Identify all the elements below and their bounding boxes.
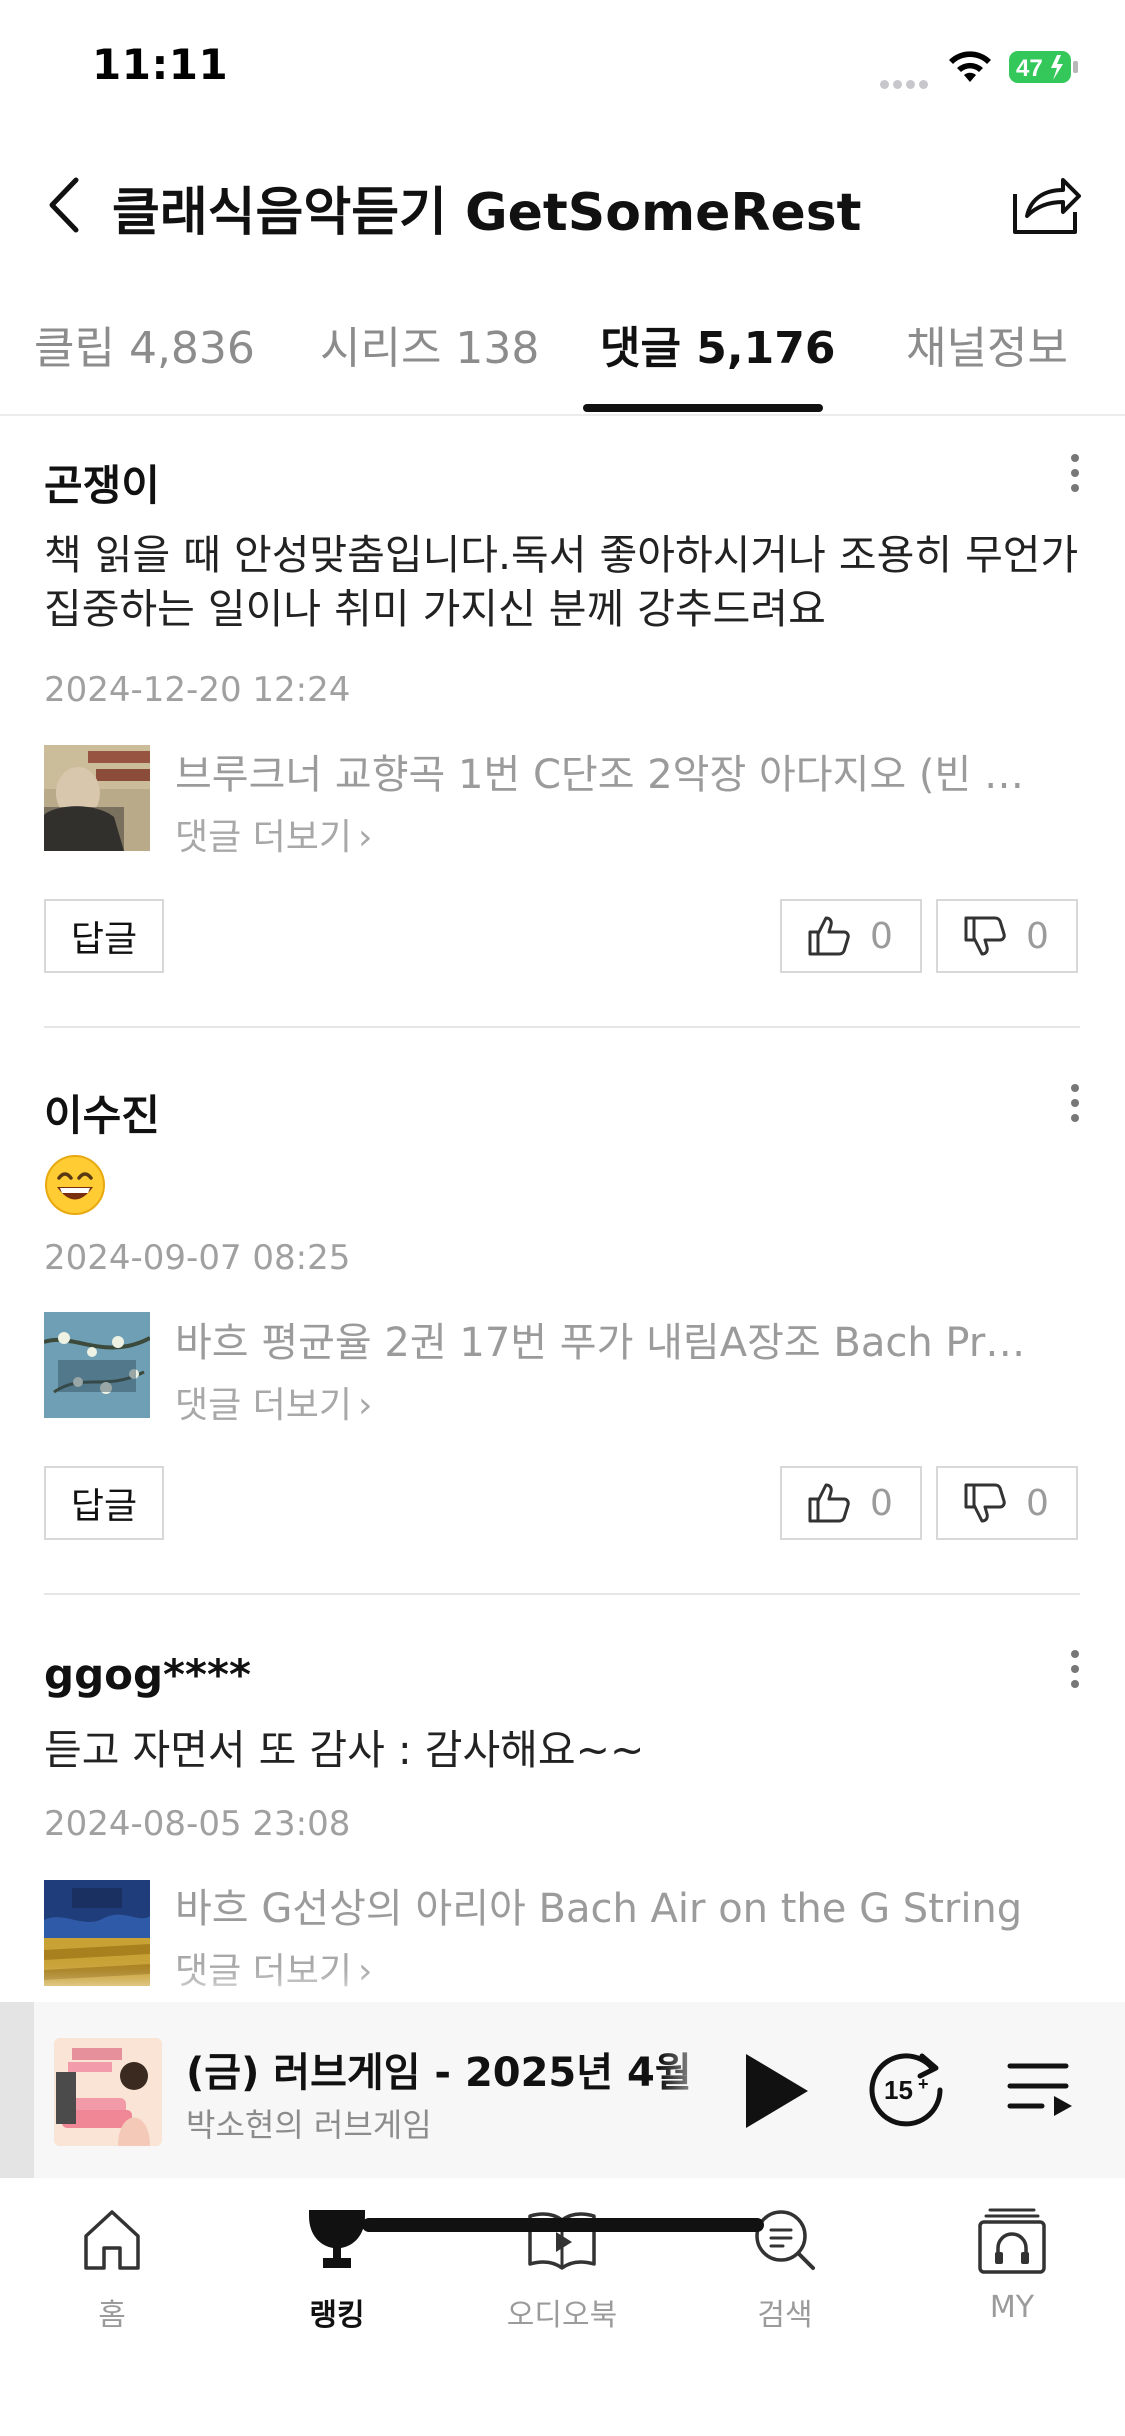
bottom-nav: 홈 랭킹 오디오북 검색 MY: [0, 2178, 1125, 2436]
comment-author: ggog****: [44, 1650, 251, 1699]
comment-date: 2024-09-07 08:25: [44, 1238, 351, 1278]
more-options-icon[interactable]: [1060, 1080, 1090, 1130]
reply-button[interactable]: 답글: [44, 1466, 164, 1540]
tab-comments[interactable]: 댓글 5,176: [600, 312, 835, 376]
chevron-right-icon: ›: [358, 817, 373, 858]
title-fade: [660, 2032, 720, 2092]
see-more-label: 댓글 더보기: [175, 1951, 353, 1992]
see-more-comments-link[interactable]: 댓글 더보기 ›: [175, 1942, 372, 1994]
clip-thumbnail[interactable]: [44, 1312, 150, 1418]
clip-title[interactable]: 바흐 G선상의 아리아 Bach Air on the G String: [175, 1876, 1067, 1934]
tab-channel-info[interactable]: 채널정보: [906, 312, 1068, 376]
thumbs-up-icon: [808, 1483, 850, 1523]
like-count: 0: [870, 915, 893, 957]
mini-player[interactable]: (금) 러브게임 - 2025년 4월 11일 박소현의 러브게임 15 +: [0, 2002, 1125, 2178]
home-indicator: [362, 2218, 764, 2232]
nav-label: 홈: [98, 2298, 126, 2333]
play-icon[interactable]: [736, 2046, 816, 2136]
chevron-right-icon: ›: [358, 1951, 373, 1992]
nav-label: 검색: [757, 2298, 813, 2333]
comment-author: 곤쟁이: [44, 461, 160, 510]
audiobook-icon: [528, 2212, 596, 2270]
like-button[interactable]: 0: [780, 899, 922, 973]
wifi-icon: [949, 51, 991, 82]
cellular-signal-icon: [880, 74, 932, 93]
thumbs-down-icon: [964, 916, 1006, 956]
smiling-face-icon: [45, 1155, 105, 1215]
home-icon: [84, 2210, 140, 2270]
nav-my[interactable]: MY: [947, 2202, 1077, 2325]
divider: [44, 1026, 1080, 1028]
active-tab-indicator: [583, 404, 823, 412]
see-more-comments-link[interactable]: 댓글 더보기 ›: [175, 1376, 372, 1428]
comment-author: 이수진: [44, 1091, 160, 1140]
see-more-label: 댓글 더보기: [175, 1385, 353, 1426]
clip-thumbnail[interactable]: [44, 745, 150, 851]
header: 클래식음악듣기 GetSomeRest: [0, 150, 1125, 260]
svg-text:+: +: [918, 2074, 929, 2094]
see-more-comments-link[interactable]: 댓글 더보기 ›: [175, 808, 372, 860]
status-bar: 11:11 47: [0, 0, 1125, 140]
reply-button[interactable]: 답글: [44, 899, 164, 973]
search-icon: [755, 2210, 815, 2270]
comment-date: 2024-08-05 23:08: [44, 1804, 351, 1844]
clip-title[interactable]: 바흐 평균율 2권 17번 푸가 내림A장조 Bach Pr…: [175, 1310, 1067, 1368]
skip-forward-15-icon[interactable]: 15 +: [862, 2046, 950, 2134]
back-arrow-icon[interactable]: [40, 172, 90, 238]
thumbs-down-icon: [964, 1483, 1006, 1523]
page-title: 클래식음악듣기 GetSomeRest: [112, 183, 862, 243]
nav-home[interactable]: 홈: [47, 2202, 177, 2334]
player-artwork[interactable]: [54, 2038, 162, 2146]
nav-label: 랭킹: [309, 2298, 365, 2333]
battery-icon: 47: [1009, 51, 1078, 83]
thumbs-up-icon: [808, 916, 850, 956]
tab-clips[interactable]: 클립 4,836: [34, 312, 255, 376]
dislike-count: 0: [1026, 1482, 1049, 1524]
status-time: 11:11: [92, 40, 229, 89]
clip-thumbnail[interactable]: [44, 1880, 150, 1986]
svg-text:15: 15: [884, 2075, 913, 2105]
comment-text: 듣고 자면서 또 감사 : 감사해요~~: [44, 1726, 645, 1774]
divider: [44, 1593, 1080, 1595]
nav-label: 오디오북: [506, 2298, 618, 2333]
dislike-button[interactable]: 0: [936, 899, 1078, 973]
trophy-icon: [309, 2210, 365, 2268]
like-count: 0: [870, 1482, 893, 1524]
like-button[interactable]: 0: [780, 1466, 922, 1540]
nav-label: MY: [989, 2290, 1035, 2325]
comment-date: 2024-12-20 12:24: [44, 670, 351, 710]
see-more-label: 댓글 더보기: [175, 817, 353, 858]
svg-text:47: 47: [1016, 55, 1043, 82]
tab-bar: 클립 4,836 시리즈 138 댓글 5,176 채널정보: [0, 300, 1125, 416]
dislike-count: 0: [1026, 915, 1049, 957]
playlist-icon[interactable]: [1004, 2052, 1078, 2126]
my-icon: [978, 2208, 1046, 2274]
player-title[interactable]: (금) 러브게임 - 2025년 4월 11일: [186, 2040, 706, 2098]
tab-series[interactable]: 시리즈 138: [320, 312, 539, 376]
dislike-button[interactable]: 0: [936, 1466, 1078, 1540]
more-options-icon[interactable]: [1060, 450, 1090, 500]
share-icon[interactable]: [1005, 164, 1085, 244]
player-handle: [0, 2002, 34, 2178]
chevron-right-icon: ›: [358, 1385, 373, 1426]
more-options-icon[interactable]: [1060, 1646, 1090, 1696]
player-subtitle: 박소현의 러브게임: [186, 2106, 432, 2144]
clip-title[interactable]: 브루크너 교향곡 1번 C단조 2악장 아다지오 (빈 …: [175, 742, 1067, 800]
comment-text: 책 읽을 때 안성맞춤입니다.독서 좋아하시거나 조용히 무언가 집중하는 일이…: [44, 531, 1079, 633]
